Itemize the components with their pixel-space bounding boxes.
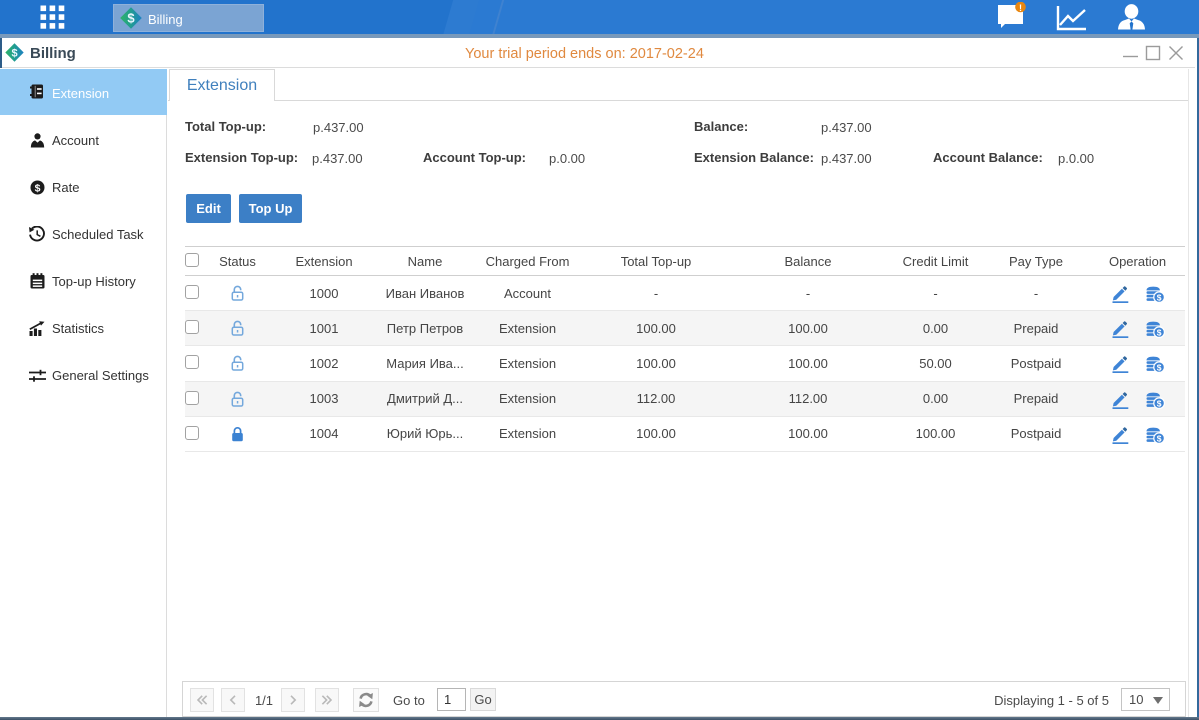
svg-text:$: $: [11, 47, 17, 59]
svg-text:$: $: [1156, 328, 1161, 338]
svg-text:!: !: [1019, 3, 1022, 13]
svg-text:$: $: [1156, 398, 1161, 408]
svg-text:$: $: [1156, 292, 1161, 302]
svg-text:$: $: [127, 11, 135, 26]
svg-text:$: $: [35, 182, 41, 194]
svg-text:$: $: [1156, 433, 1161, 443]
svg-text:$: $: [1156, 363, 1161, 373]
